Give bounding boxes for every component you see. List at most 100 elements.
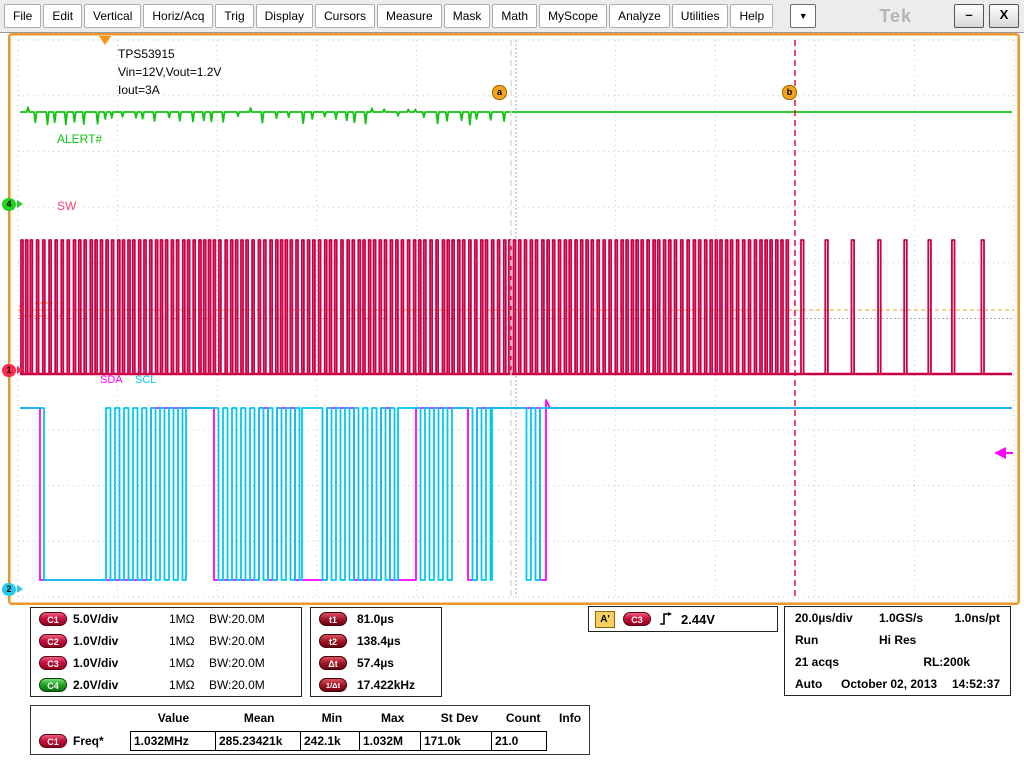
meas-count-cell: 21.0 — [491, 731, 547, 751]
cursor-t2-row: t2 138.4µs — [311, 630, 441, 652]
ch2-readout-row: C2 1.0V/div 1MΩ BW:20.0M — [31, 630, 301, 652]
menu-item-cursors[interactable]: Cursors — [315, 4, 375, 28]
trigger-level-value: 2.44V — [681, 612, 715, 627]
meas-source-badge[interactable]: C1 — [39, 734, 67, 748]
ch2-badge[interactable]: C2 — [39, 634, 67, 648]
ch2-impedance: 1MΩ — [169, 634, 207, 648]
menu-item-vertical[interactable]: Vertical — [84, 4, 141, 28]
menu-bar: File Edit Vertical Horiz/Acq Trig Displa… — [0, 0, 1024, 33]
menu-item-mask[interactable]: Mask — [444, 4, 491, 28]
ch4-impedance: 1MΩ — [169, 678, 207, 692]
menu-item-math[interactable]: Math — [492, 4, 537, 28]
cursor-a-handle[interactable]: a — [492, 85, 507, 100]
header-value: Value — [131, 711, 217, 725]
trace-label-sw: SW — [57, 199, 76, 213]
trigger-source-badge[interactable]: C3 — [623, 612, 651, 626]
header-max: Max — [362, 711, 424, 725]
cursor-t1-row: t1 81.0µs — [311, 608, 441, 630]
run-state: Run — [795, 633, 879, 647]
trace-label-sda: SDA — [100, 374, 123, 386]
tek-logo: Tek — [879, 6, 912, 27]
ch3-badge[interactable]: C3 — [39, 656, 67, 670]
annotation-load: Iout=3A — [118, 83, 160, 97]
ch2-position-marker[interactable]: 2 — [2, 583, 16, 596]
ch3-bandwidth: BW:20.0M — [209, 656, 265, 670]
ch4-bandwidth: BW:20.0M — [209, 678, 265, 692]
ch1-badge[interactable]: C1 — [39, 612, 67, 626]
ch1-arrow-icon — [17, 366, 23, 374]
menu-item-measure[interactable]: Measure — [377, 4, 442, 28]
menu-item-horiz-acq[interactable]: Horiz/Acq — [143, 4, 213, 28]
acq-row-count: 21 acqs RL:200k — [785, 651, 1010, 673]
menu-item-help[interactable]: Help — [730, 4, 773, 28]
acq-row-state: Run Hi Res — [785, 629, 1010, 651]
acq-mode: Hi Res — [879, 633, 916, 647]
resolution-value: 1.0ns/pt — [955, 611, 1000, 625]
cursor-readout-panel: t1 81.0µs t2 138.4µs Δt 57.4µs 1/Δt 17.4… — [310, 607, 442, 697]
acquisition-panel: 20.0µs/div 1.0GS/s 1.0ns/pt Run Hi Res 2… — [784, 606, 1011, 696]
close-button[interactable]: X — [989, 4, 1019, 28]
ch2-arrow-icon — [17, 585, 23, 593]
header-mean: Mean — [216, 711, 302, 725]
measurement-source-cell: C1 Freq* — [31, 734, 131, 748]
meas-name: Freq* — [73, 734, 104, 748]
annotation-conditions: Vin=12V,Vout=1.2V — [118, 65, 221, 79]
trigger-a-icon: A' — [595, 611, 615, 628]
ch3-impedance: 1MΩ — [169, 656, 207, 670]
header-min: Min — [302, 711, 362, 725]
acq-count: 21 acqs — [795, 655, 839, 669]
menu-item-edit[interactable]: Edit — [43, 4, 82, 28]
menu-item-analyze[interactable]: Analyze — [609, 4, 670, 28]
ch3-readout-row: C3 1.0V/div 1MΩ BW:20.0M — [31, 652, 301, 674]
date-value: October 02, 2013 — [841, 677, 937, 691]
edge-slope-icon — [659, 611, 673, 627]
inv-delta-t-badge: 1/Δt — [319, 678, 347, 692]
menu-item-trig[interactable]: Trig — [215, 4, 253, 28]
menu-item-display[interactable]: Display — [256, 4, 313, 28]
trigger-readout-panel: A' C3 2.44V — [588, 606, 778, 632]
header-stdev: St Dev — [424, 711, 496, 725]
ch4-badge[interactable]: C4 — [39, 678, 67, 692]
ch2-scale: 1.0V/div — [73, 634, 169, 648]
record-length: RL:200k — [923, 655, 970, 669]
measurement-header-row: Value Mean Min Max St Dev Count Info — [31, 706, 589, 730]
menu-item-utilities[interactable]: Utilities — [672, 4, 729, 28]
cursor-b-handle[interactable]: b — [782, 85, 797, 100]
cursor-freq-row: 1/Δt 17.422kHz — [311, 674, 441, 696]
meas-value-cell: 1.032MHz — [130, 731, 216, 751]
ch1-bandwidth: BW:20.0M — [209, 612, 265, 626]
meas-stdev-cell: 171.0k — [420, 731, 492, 751]
header-count: Count — [495, 711, 551, 725]
ch1-readout-row: C1 5.0V/div 1MΩ BW:20.0M — [31, 608, 301, 630]
ch2-bandwidth: BW:20.0M — [209, 634, 265, 648]
meas-mean-cell: 285.23421k — [215, 731, 301, 751]
t1-value: 81.0µs — [357, 612, 394, 626]
delta-t-badge: Δt — [319, 656, 347, 670]
t2-value: 138.4µs — [357, 634, 401, 648]
header-info: Info — [551, 711, 589, 725]
menu-item-myscope[interactable]: MyScope — [539, 4, 607, 28]
ch1-scale: 5.0V/div — [73, 612, 169, 626]
acq-row-datetime: Auto October 02, 2013 14:52:37 — [785, 673, 1010, 695]
minimize-button[interactable]: – — [954, 4, 984, 28]
ch4-arrow-icon — [17, 200, 23, 208]
ch1-position-marker[interactable]: 1 — [2, 364, 16, 377]
trigger-position-icon[interactable] — [99, 36, 111, 45]
sample-rate-value: 1.0GS/s — [879, 611, 923, 625]
scope-display — [8, 33, 1020, 605]
meas-max-cell: 1.032M — [359, 731, 421, 751]
menu-item-file[interactable]: File — [4, 4, 41, 28]
vertical-readout-panel: C1 5.0V/div 1MΩ BW:20.0M C2 1.0V/div 1MΩ… — [30, 607, 302, 697]
trace-label-alert: ALERT# — [57, 132, 102, 146]
inv-delta-t-value: 17.422kHz — [357, 678, 415, 692]
ch4-readout-row: C4 2.0V/div 1MΩ BW:20.0M — [31, 674, 301, 696]
t2-badge: t2 — [319, 634, 347, 648]
ch3-scale: 1.0V/div — [73, 656, 169, 670]
t1-badge: t1 — [319, 612, 347, 626]
ch4-scale: 2.0V/div — [73, 678, 169, 692]
chevron-down-icon[interactable]: ▼ — [790, 4, 816, 28]
ch4-position-marker[interactable]: 4 — [2, 198, 16, 211]
acq-row-timebase: 20.0µs/div 1.0GS/s 1.0ns/pt — [785, 607, 1010, 629]
measurement-table: Value Mean Min Max St Dev Count Info C1 … — [30, 705, 590, 755]
trace-label-scl: SCL — [135, 374, 156, 386]
